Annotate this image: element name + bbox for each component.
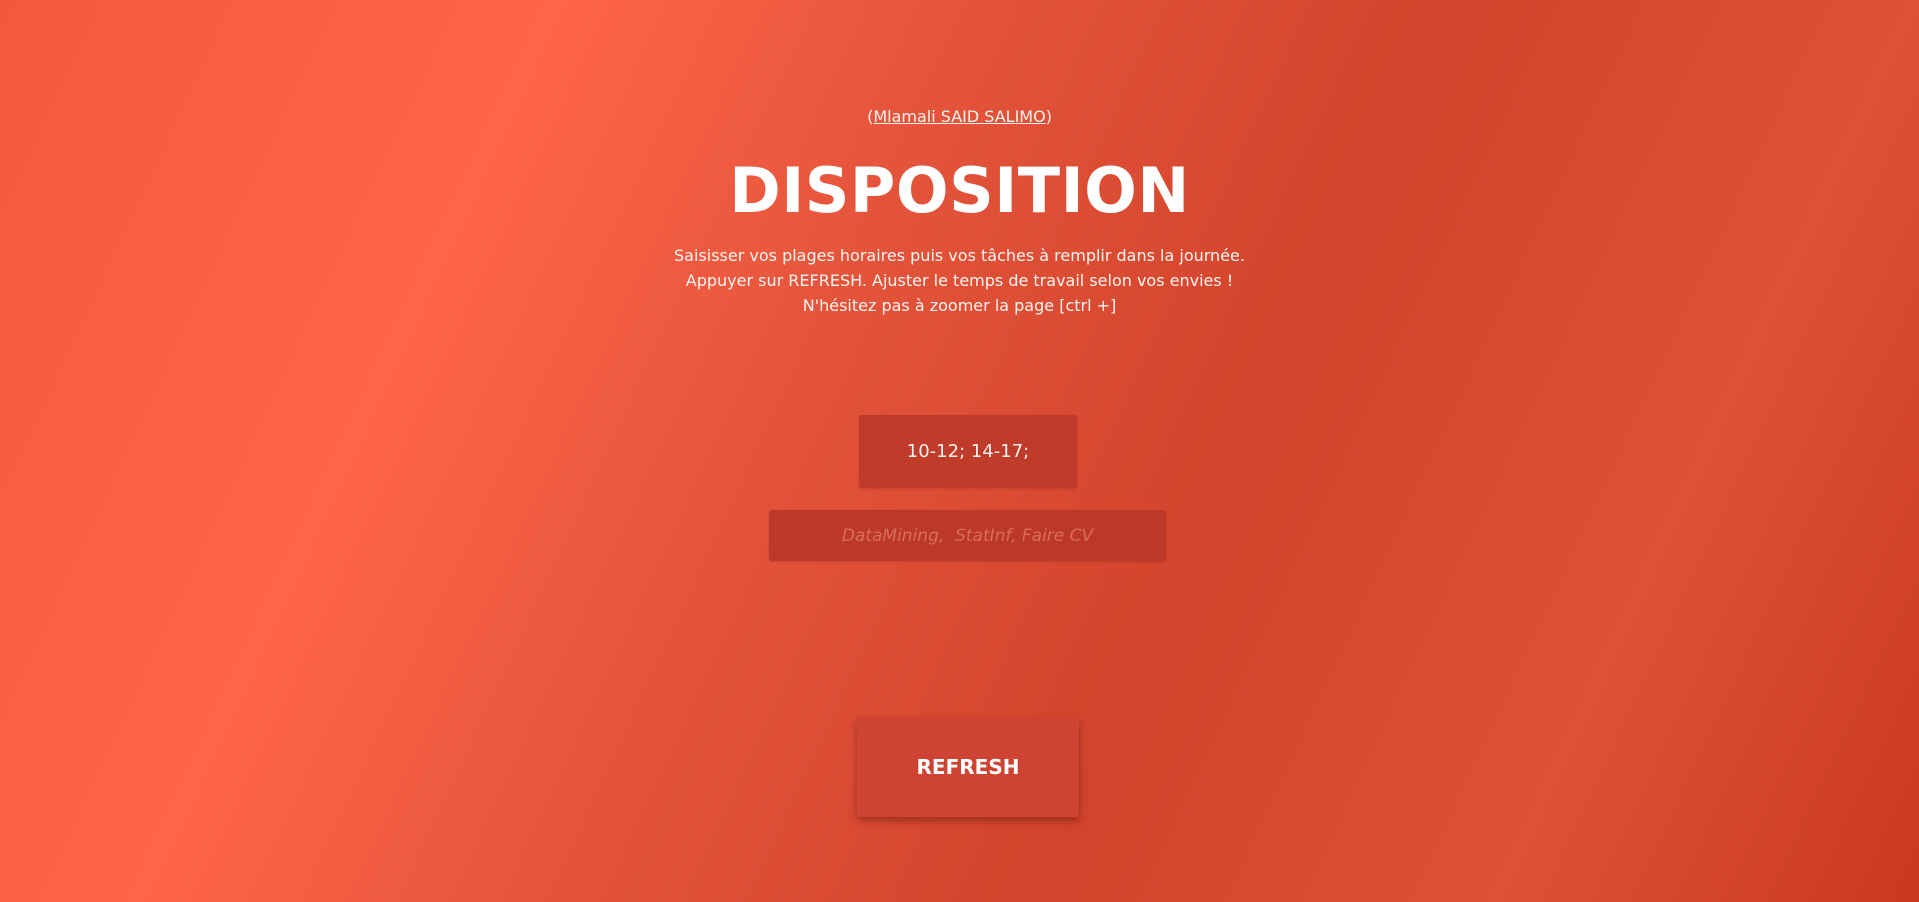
time-slots-input[interactable]	[859, 415, 1077, 488]
author-suffix: )	[1045, 107, 1052, 126]
instruction-line-1: Saisisser vos plages horaires puis vos t…	[674, 246, 1245, 265]
tasks-input[interactable]	[769, 510, 1166, 561]
instruction-line-2: Appuyer sur REFRESH. Ajuster le temps de…	[685, 271, 1234, 290]
page-title: DISPOSITION	[729, 154, 1190, 227]
instructions: Saisisser vos plages horaires puis vos t…	[0, 243, 1919, 318]
refresh-button[interactable]: REFRESH	[857, 717, 1079, 817]
author-link[interactable]: Mlamali SAID SALIMO	[873, 107, 1045, 126]
instruction-line-3: N'hésitez pas à zoomer la page [ctrl +]	[802, 296, 1117, 315]
author-credit: (Mlamali SAID SALIMO)	[0, 107, 1919, 127]
